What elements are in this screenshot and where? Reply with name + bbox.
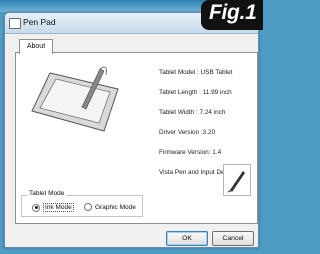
tablet-model-text: Tablet Model : USB Tablet bbox=[159, 69, 233, 76]
firmware-version-text: Firmware Version: 1.4 bbox=[159, 149, 222, 156]
driver-version-text: Driver Version :3.20 bbox=[159, 129, 216, 136]
app-window-icon bbox=[9, 18, 21, 29]
tablet-mode-legend: Tablet Mode bbox=[27, 190, 67, 197]
tablet-mode-group: Tablet Mode Ink Mode Graphic Mode bbox=[21, 190, 143, 217]
figure-label: Fig.1 bbox=[209, 1, 257, 24]
ink-mode-option[interactable]: Ink Mode bbox=[32, 203, 74, 212]
tab-about[interactable]: About bbox=[19, 39, 53, 54]
graphic-mode-label[interactable]: Graphic Mode bbox=[95, 204, 136, 211]
graphic-mode-radio[interactable] bbox=[84, 203, 92, 211]
window-title: Pen Pad bbox=[23, 17, 56, 27]
graphic-mode-option[interactable]: Graphic Mode bbox=[84, 203, 136, 211]
tablet-length-text: Tablet Length : 11.99 inch bbox=[159, 89, 232, 96]
pen-pad-dialog: Pen Pad About Tablet Model : USB Tablet … bbox=[4, 12, 259, 248]
tablet-illustration bbox=[31, 66, 119, 132]
cancel-button[interactable]: Cancel bbox=[212, 231, 254, 246]
ok-button[interactable]: OK bbox=[166, 231, 208, 246]
ink-mode-radio[interactable] bbox=[32, 203, 40, 212]
tablet-width-text: Tablet Width : 7.24 inch bbox=[159, 109, 226, 116]
ink-mode-label[interactable]: Ink Mode bbox=[43, 203, 74, 212]
pen-input-device-icon bbox=[223, 164, 251, 196]
